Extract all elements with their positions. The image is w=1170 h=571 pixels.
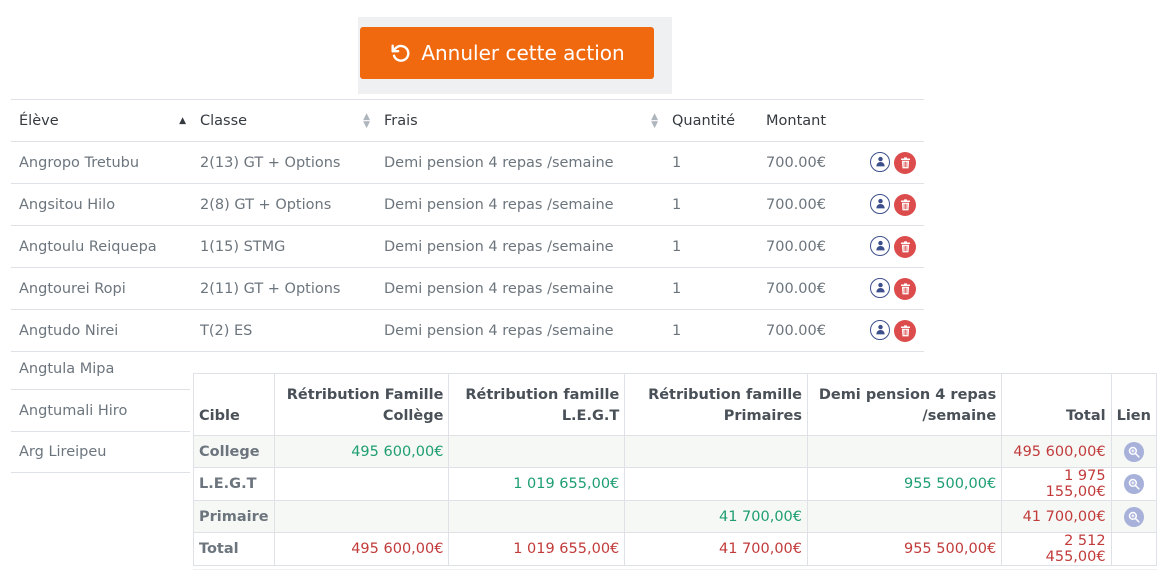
table-row: Angtudo Nirei T(2) ES Demi pension 4 repas… [11, 310, 924, 352]
cell-total: 1 975 155,00€ [1001, 467, 1112, 501]
cell-classe: 2(8) GT + Options [200, 196, 332, 213]
summary-row: L.E.G.T 1 019 655,00€ 955 500,00€ 1 975 155… [193, 467, 1158, 501]
cell-classe: 2(13) GT + Options [200, 154, 341, 171]
trash-icon[interactable] [894, 319, 916, 342]
cell-eleve: Angtourei Ropi [19, 280, 126, 297]
undo-label: Annuler cette action [421, 41, 625, 65]
cell-eleve: Angtoulu Reiquepa [19, 238, 157, 255]
user-icon[interactable] [870, 319, 890, 340]
cell-classe: 2(11) GT + Options [200, 280, 341, 297]
cell-col4: 955 500,00€ [806, 532, 1003, 566]
summary-row: Primaire 41 700,00€ 41 700,00€ [193, 500, 1158, 533]
cell-col1 [273, 500, 450, 533]
cell-cible: College [193, 435, 275, 468]
cell-quantite: 1 [672, 322, 682, 339]
cell-col4 [806, 500, 1003, 533]
cell-lien-empty [1110, 532, 1158, 566]
cell-frais: Demi pension 4 repas /semaine [384, 322, 614, 339]
table-row-partial: Arg Lireipeu [11, 432, 190, 473]
header-col4: Demi pension 4 repas /semaine [806, 373, 1003, 436]
cell-eleve: Angtudo Nirei [19, 322, 119, 339]
students-table: Élève ▲ Classe ▲ ▼ Frais ▲ ▼ Quantité Mont… [11, 99, 924, 352]
table-row: Angtoulu Reiquepa 1(15) STMG Demi pension … [11, 226, 924, 268]
summary-row: College 495 600,00€ 495 600,00€ [193, 435, 1158, 468]
cell-frais: Demi pension 4 repas /semaine [384, 196, 614, 213]
sort-icon: ▲ ▼ [651, 111, 658, 130]
cell-quantite: 1 [672, 238, 682, 255]
cell-col2 [448, 435, 626, 468]
trash-icon[interactable] [894, 235, 916, 258]
header-col1: Rétribution Famille Collège [273, 373, 450, 436]
undo-panel: Annuler cette action [358, 17, 672, 94]
students-header: Élève ▲ Classe ▲ ▼ Frais ▲ ▼ Quantité Mont… [11, 100, 924, 142]
summary-table: Cible Rétribution Famille Collège Rétrib… [193, 373, 1158, 566]
cell-col4: 955 500,00€ [806, 467, 1003, 501]
cell-col3: 41 700,00€ [624, 532, 808, 566]
cell-col1: 495 600,00€ [273, 532, 450, 566]
cell-quantite: 1 [672, 280, 682, 297]
user-icon[interactable] [870, 235, 890, 256]
table-row: Angtourei Ropi 2(11) GT + Options Demi pen… [11, 268, 924, 310]
undo-icon [391, 44, 410, 62]
header-quantite: Quantité [672, 112, 735, 129]
header-classe[interactable]: Classe ▲ ▼ [192, 111, 376, 130]
table-row-partial: Angtula Mipa [11, 349, 190, 390]
summary-total-row: Total 495 600,00€ 1 019 655,00€ 41 700,00€ 9… [193, 532, 1158, 566]
cell-frais: Demi pension 4 repas /semaine [384, 154, 614, 171]
cell-cible: Primaire [193, 500, 275, 533]
header-col2: Rétribution famille L.E.G.T [448, 373, 626, 436]
cell-total: 495 600,00€ [1001, 435, 1112, 468]
cell-col4 [806, 435, 1003, 468]
cell-quantite: 1 [672, 196, 682, 213]
sort-asc-icon: ▲ [179, 115, 186, 126]
zoom-icon[interactable] [1123, 474, 1144, 494]
cell-classe: 1(15) STMG [200, 238, 286, 255]
cell-eleve: Angropo Tretubu [19, 154, 140, 171]
divider [193, 569, 1157, 570]
cell-col2: 1 019 655,00€ [448, 532, 626, 566]
cell-col2 [448, 500, 626, 533]
zoom-icon[interactable] [1123, 506, 1144, 527]
zoom-icon[interactable] [1123, 441, 1144, 462]
user-icon[interactable] [870, 277, 890, 298]
cell-col1: 495 600,00€ [273, 435, 450, 468]
cell-quantite: 1 [672, 154, 682, 171]
cell-col3: 41 700,00€ [624, 500, 808, 533]
cell-classe: T(2) ES [200, 322, 253, 339]
user-icon[interactable] [870, 151, 890, 172]
table-row-partial: Angtumali Hiro [11, 391, 190, 432]
cell-montant: 700.00€ [766, 322, 826, 339]
cell-montant: 700.00€ [766, 196, 826, 213]
cell-total: 41 700,00€ [1001, 500, 1112, 533]
trash-icon[interactable] [894, 277, 916, 300]
cell-col3 [624, 467, 808, 501]
header-lien: Lien [1110, 373, 1158, 436]
cell-montant: 700.00€ [766, 280, 826, 297]
header-montant: Montant [766, 112, 827, 129]
header-frais[interactable]: Frais ▲ ▼ [376, 111, 664, 130]
header-cible: Cible [193, 373, 275, 436]
cell-cible: L.E.G.T [193, 467, 275, 501]
cell-montant: 700.00€ [766, 238, 826, 255]
cell-frais: Demi pension 4 repas /semaine [384, 238, 614, 255]
table-row: Angsitou Hilo 2(8) GT + Options Demi pensi… [11, 184, 924, 226]
trash-icon[interactable] [894, 193, 916, 216]
undo-button[interactable]: Annuler cette action [360, 27, 654, 79]
header-eleve[interactable]: Élève ▲ [11, 113, 192, 129]
cell-total: 2 512 455,00€ [1001, 532, 1112, 566]
table-row: Angropo Tretubu 2(13) GT + Options Demi pe… [11, 142, 924, 184]
cell-frais: Demi pension 4 repas /semaine [384, 280, 614, 297]
cell-col2: 1 019 655,00€ [448, 467, 626, 501]
cell-eleve: Angsitou Hilo [19, 196, 116, 213]
header-total: Total [1001, 373, 1112, 436]
header-col3: Rétribution famille Primaires [624, 373, 808, 436]
cell-montant: 700.00€ [766, 154, 826, 171]
cell-col3 [624, 435, 808, 468]
cell-cible: Total [193, 532, 275, 566]
sort-icon: ▲ ▼ [363, 111, 370, 130]
user-icon[interactable] [870, 193, 890, 214]
trash-icon[interactable] [894, 151, 916, 174]
cell-col1 [273, 467, 450, 501]
